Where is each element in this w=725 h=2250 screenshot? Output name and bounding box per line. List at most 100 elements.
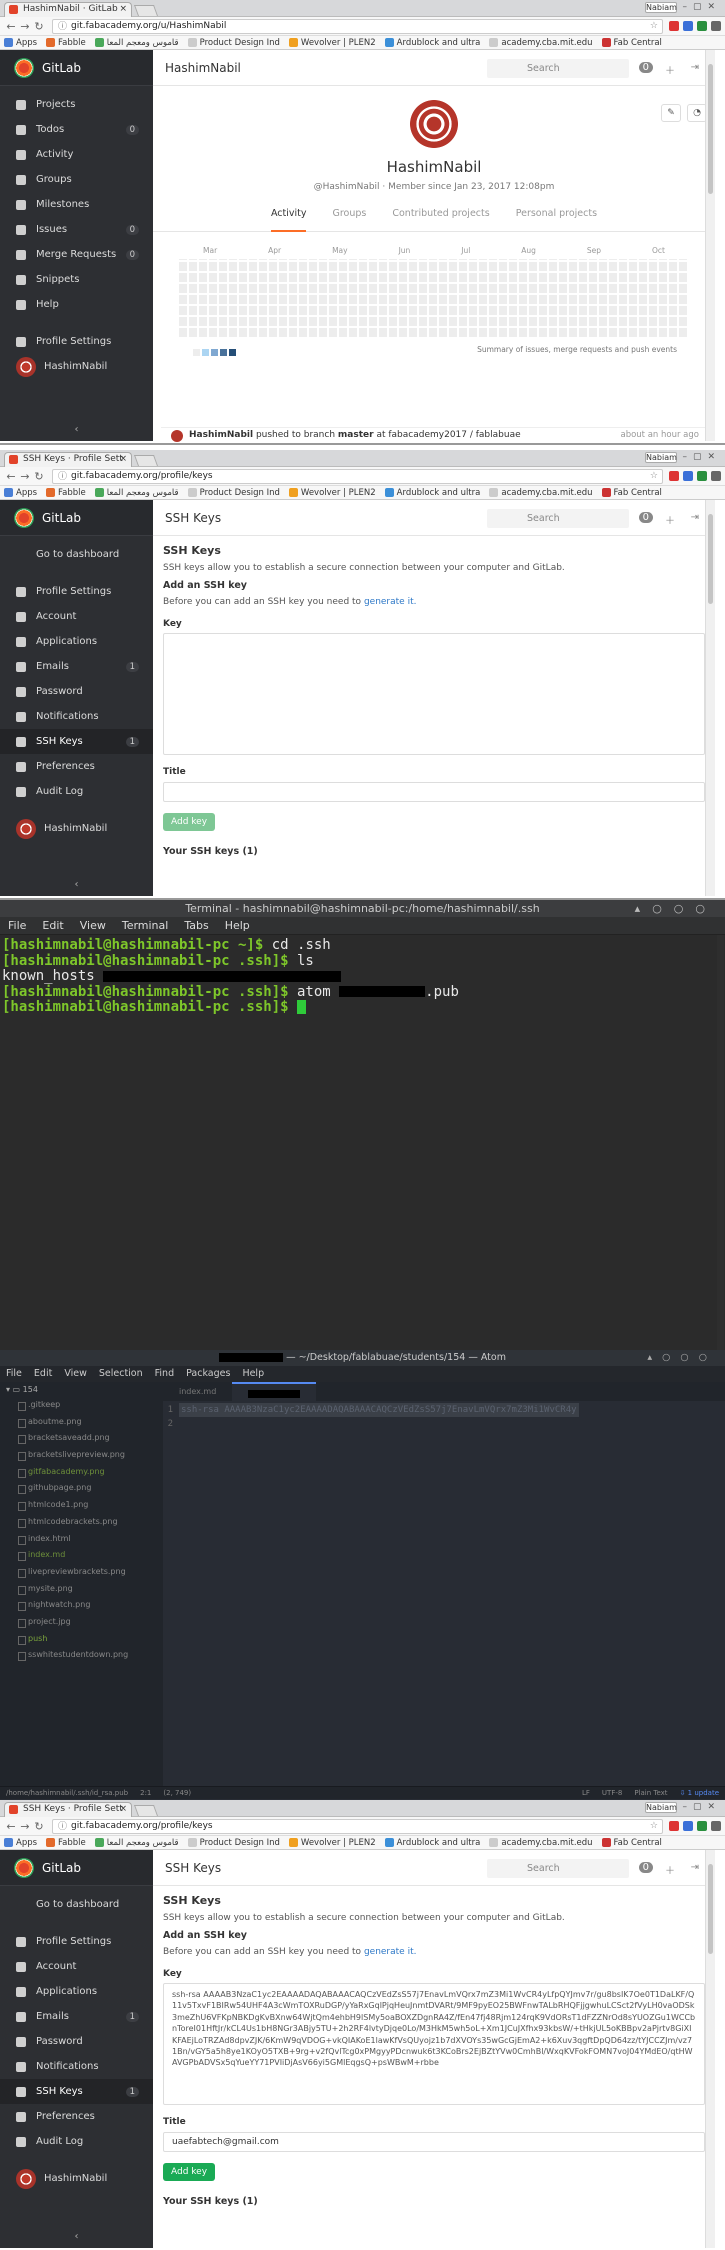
reload-icon[interactable]: ↻ [32, 20, 46, 33]
file-item[interactable]: bracketslivepreview.png [0, 1447, 163, 1464]
generate-link[interactable]: generate it. [364, 597, 417, 607]
menu-edit[interactable]: Edit [42, 917, 63, 934]
sidebar-item-profile-settings[interactable]: Profile Settings [0, 1929, 153, 1954]
bookmark-item[interactable]: Ardublock and ultra [384, 1838, 480, 1848]
file-item[interactable]: gitfabacademy.png [0, 1464, 163, 1481]
browser-tab[interactable]: SSH Keys · Profile Sett × [4, 1802, 132, 1817]
menu-file[interactable]: File [6, 1366, 22, 1382]
sidebar-item-user[interactable]: HashimNabil [0, 816, 153, 841]
menu-edit[interactable]: Edit [34, 1366, 52, 1382]
menu-help[interactable]: Help [225, 917, 250, 934]
bookmark-item[interactable]: Fabble [46, 1838, 86, 1848]
new-tab-button[interactable] [133, 1805, 159, 1816]
menu-icon[interactable] [711, 21, 721, 31]
editor-pane[interactable]: index.md 1 ssh-rsa AAAAB3NzaC1yc2EAAAADAQ… [163, 1382, 725, 1786]
file-item[interactable]: aboutme.png [0, 1414, 163, 1431]
bookmark-star-icon[interactable]: ☆ [650, 1820, 658, 1833]
bookmark-item[interactable]: Wevolver | PLEN2 [288, 488, 376, 498]
window-controls[interactable]: –▢✕ [682, 452, 721, 462]
reload-icon[interactable]: ↻ [32, 470, 46, 483]
chrome-user-button[interactable]: Nabiam [645, 452, 677, 463]
todos-badge[interactable]: 0 [638, 62, 653, 73]
bookmark-star-icon[interactable]: ☆ [650, 20, 658, 33]
new-tab-button[interactable] [133, 455, 159, 466]
plus-icon[interactable]: ＋ [665, 62, 675, 77]
bookmark-item[interactable]: Wevolver | PLEN2 [288, 1838, 376, 1848]
add-key-button[interactable]: Add key [163, 2163, 216, 2181]
file-item[interactable]: htmlcodebrackets.png [0, 1514, 163, 1531]
forward-arrow-icon[interactable]: → [18, 470, 32, 483]
menu-icon[interactable] [711, 471, 721, 481]
window-controls[interactable]: ▴○○○ [647, 1350, 717, 1366]
status-update[interactable]: ⇩ 1 update [680, 1789, 719, 1797]
sidebar-item-applications[interactable]: Applications [0, 629, 153, 654]
url-input[interactable]: ⓘ git.fabacademy.org/u/HashimNabil ☆ [52, 18, 663, 34]
bookmark-item[interactable]: Ardublock and ultra [384, 488, 480, 498]
sidebar-item-help[interactable]: Help [0, 292, 153, 317]
bookmark-item[interactable]: Product Design Ind [187, 38, 280, 48]
window-controls[interactable]: ▴○○○ [635, 900, 717, 917]
close-tab-icon[interactable]: × [119, 1803, 127, 1816]
menu-icon[interactable] [711, 1821, 721, 1831]
sidebar-item-profile-settings[interactable]: Profile Settings [0, 329, 153, 354]
sign-out-icon[interactable]: ⇥ [691, 62, 699, 73]
edit-profile-icon[interactable]: ✎ [661, 104, 681, 122]
menu-terminal[interactable]: Terminal [122, 917, 169, 934]
forward-arrow-icon[interactable]: → [18, 20, 32, 33]
rss-icon[interactable]: ◔ [687, 104, 707, 122]
sidebar-item-user[interactable]: HashimNabil [0, 2166, 153, 2191]
back-arrow-icon[interactable]: ← [4, 1820, 18, 1833]
file-item[interactable]: mysite.png [0, 1581, 163, 1598]
bookmark-item[interactable]: Fab Central [601, 488, 662, 498]
chrome-user-button[interactable]: Nabiam [645, 1802, 677, 1813]
file-item[interactable]: index.md [0, 1547, 163, 1564]
status-encoding[interactable]: UTF-8 [602, 1789, 622, 1797]
browser-tab[interactable]: SSH Keys · Profile Sett × [4, 452, 132, 467]
sidebar-item-user[interactable]: HashimNabil [0, 354, 153, 379]
gitlab-logo[interactable]: GitLab [0, 500, 153, 536]
sidebar-item-dashboard[interactable]: Go to dashboard [0, 542, 153, 567]
tab-groups[interactable]: Groups [332, 208, 366, 231]
tab-id-rsa-pub[interactable] [232, 1382, 317, 1401]
url-input[interactable]: ⓘ git.fabacademy.org/profile/keys ☆ [52, 1818, 663, 1834]
extension-blue-icon[interactable] [683, 471, 693, 481]
bookmark-item[interactable]: Product Design Ind [187, 488, 280, 498]
sidebar-item-notifications[interactable]: Notifications [0, 2054, 153, 2079]
todos-badge[interactable]: 0 [638, 512, 653, 523]
extension-blue-icon[interactable] [683, 21, 693, 31]
search-input[interactable]: Search [487, 59, 629, 78]
bookmark-item[interactable]: Fab Central [601, 1838, 662, 1848]
sidebar-item-emails[interactable]: Emails 1 [0, 2004, 153, 2029]
back-arrow-icon[interactable]: ← [4, 470, 18, 483]
status-grammar[interactable]: Plain Text [634, 1789, 667, 1797]
scrollbar[interactable] [705, 1850, 715, 2248]
bookmark-item[interactable]: Fabble [46, 488, 86, 498]
bookmark-item[interactable]: قاموس ومعجم المعا [94, 1838, 179, 1848]
bookmark-item[interactable]: Fabble [46, 38, 86, 48]
bookmark-item[interactable]: academy.cba.mit.edu [489, 488, 593, 498]
file-item[interactable]: sswhitestudentdown.png [0, 1647, 163, 1664]
scrollbar[interactable] [717, 935, 724, 1350]
bookmark-item[interactable]: Product Design Ind [187, 1838, 280, 1848]
menu-view[interactable]: View [64, 1366, 87, 1382]
menu-selection[interactable]: Selection [99, 1366, 143, 1382]
search-input[interactable]: Search [487, 509, 629, 528]
sidebar-item-activity[interactable]: Activity [0, 142, 153, 167]
sidebar-item-todos[interactable]: Todos 0 [0, 117, 153, 142]
menu-find[interactable]: Find [155, 1366, 174, 1382]
back-arrow-icon[interactable]: ← [4, 20, 18, 33]
bookmark-item[interactable]: Fab Central [601, 38, 662, 48]
scrollbar[interactable] [705, 50, 715, 441]
extension-blue-icon[interactable] [683, 1821, 693, 1831]
status-cursor-position[interactable]: 2:1 [140, 1789, 151, 1797]
sidebar-item-audit-log[interactable]: Audit Log [0, 2129, 153, 2154]
file-item[interactable]: project.jpg [0, 1614, 163, 1631]
collapse-sidebar-icon[interactable]: ‹ [0, 2231, 153, 2242]
sidebar-item-merge-requests[interactable]: Merge Requests 0 [0, 242, 153, 267]
menu-packages[interactable]: Packages [186, 1366, 230, 1382]
bookmark-item[interactable]: Wevolver | PLEN2 [288, 38, 376, 48]
file-item[interactable]: index.html [0, 1531, 163, 1548]
sidebar-item-preferences[interactable]: Preferences [0, 2104, 153, 2129]
terminal-output[interactable]: [hashimnabil@hashimnabil-pc ~]$ cd .ssh … [0, 935, 725, 1350]
generate-link[interactable]: generate it. [364, 1947, 417, 1957]
